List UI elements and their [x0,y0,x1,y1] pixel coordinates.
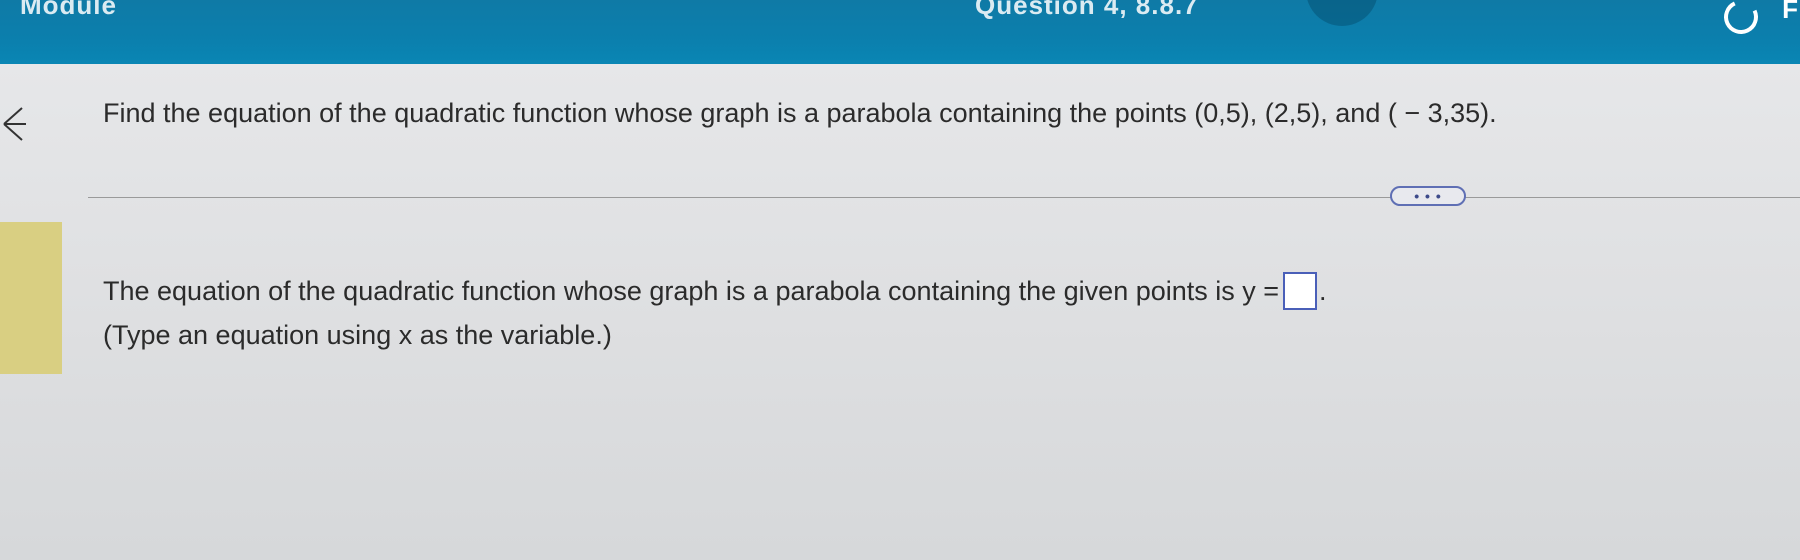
answer-line: The equation of the quadratic function w… [103,272,1327,310]
answer-input-box[interactable] [1283,272,1318,310]
header-title-center-fragment: Question 4, 8.8.7 [975,0,1199,20]
highlight-strip [0,222,62,374]
ring-icon[interactable] [1719,0,1763,39]
answer-prompt: The equation of the quadratic function w… [103,275,1280,306]
section-divider [88,197,1800,198]
header-edge-fragment: F [1782,0,1798,24]
back-arrow-icon[interactable] [0,104,40,144]
answer-hint: (Type an equation using x as the variabl… [103,320,612,350]
more-options-button[interactable]: • • • [1390,186,1466,206]
top-header-bar: Module Question 4, 8.8.7 F [0,0,1800,64]
answer-suffix: . [1319,275,1327,306]
circle-button-icon[interactable] [1306,0,1378,26]
header-title-left-fragment: Module [20,0,117,20]
question-text: Find the equation of the quadratic funct… [103,98,1497,128]
question-panel: Find the equation of the quadratic funct… [0,64,1800,560]
